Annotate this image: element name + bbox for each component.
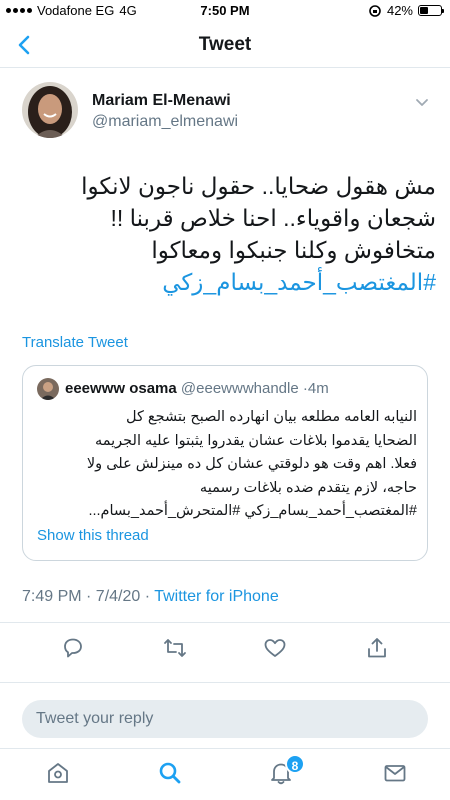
quoted-line: فعلا. اهم وقت هو دلوقتي عشان كل ده مينزل… <box>86 456 417 472</box>
divider <box>0 622 450 623</box>
retweet-button[interactable] <box>162 635 188 661</box>
battery-icon <box>418 5 444 16</box>
rotation-lock-icon <box>369 4 381 17</box>
share-button[interactable] <box>364 635 390 661</box>
chevron-down-icon <box>416 99 428 106</box>
author-handle[interactable]: @mariam_elmenawi <box>92 113 238 131</box>
like-icon <box>264 639 286 657</box>
quoted-tweet[interactable]: eeewww osama @eeewwwhandle ·4m النيابه ا… <box>22 365 428 561</box>
hashtag-link[interactable]: #المغتصب_أحمد_بسام_زكي <box>18 266 436 298</box>
reply-button[interactable] <box>60 635 86 661</box>
chevron-left-icon <box>18 35 30 55</box>
reply-input[interactable] <box>22 700 428 738</box>
quoted-header: eeewww osama @eeewwwhandle ·4m <box>65 380 329 397</box>
quoted-time: ·4m <box>302 380 329 397</box>
quoted-avatar <box>37 378 59 400</box>
tweet-timestamp: 7:49 PM · 7/4/20 · <box>22 588 155 605</box>
author-name[interactable]: Mariam El-Menawi <box>92 92 231 110</box>
translate-tweet-link[interactable]: Translate Tweet <box>22 334 128 351</box>
search-icon <box>159 762 181 784</box>
divider <box>0 748 450 749</box>
avatar[interactable] <box>22 82 78 138</box>
share-icon <box>368 638 386 658</box>
tweet-line: شجعان واقوياء.. احنا خلاص قربنا !! <box>110 205 436 231</box>
home-icon <box>48 763 68 783</box>
nav-search[interactable] <box>157 760 183 786</box>
quoted-line: الضحايا يقدموا بلاغات عشان يقدروا يثبتوا… <box>94 432 417 449</box>
nav-messages[interactable] <box>382 760 408 786</box>
battery-percent: 42% <box>386 3 413 18</box>
tweet-line: مش هقول ضحايا.. حقول ناجون لانكوا <box>81 173 436 199</box>
battery-fill <box>420 7 429 14</box>
tweet-text: مش هقول ضحايا.. حقول ناجون لانكوا شجعان … <box>18 170 436 298</box>
like-button[interactable] <box>262 635 288 661</box>
retweet-icon <box>164 639 186 657</box>
back-button[interactable] <box>12 32 38 58</box>
reply-icon <box>64 638 82 658</box>
quoted-author-handle: @eeewwwhandle <box>180 380 299 397</box>
messages-icon <box>384 765 406 782</box>
quoted-line: #المغتصب_أحمد_بسام_زكي #المتحرش_أحمد_بسا… <box>88 503 417 519</box>
avatar-image <box>22 82 78 138</box>
tweet-source-link[interactable]: Twitter for iPhone <box>154 588 279 605</box>
page-title: Tweet <box>198 34 252 55</box>
tweet-line: متخافوش وكلنا جنبكوا ومعاكوا <box>151 237 436 263</box>
quoted-author-name: eeewww osama <box>65 380 177 397</box>
tweet-meta: 7:49 PM · 7/4/20 · Twitter for iPhone <box>22 588 279 606</box>
tweet-options-button[interactable] <box>414 94 430 110</box>
quoted-line: النيابه العامه مطلعه بيان انهارده الصبح … <box>125 409 417 425</box>
show-thread-link[interactable]: Show this thread <box>37 527 149 544</box>
quoted-line: حاجه، لازم يتقدم ضده بلاغات رسميه <box>199 479 417 496</box>
notifications-badge: 8 <box>285 754 305 774</box>
quoted-text: النيابه العامه مطلعه بيان انهارده الصبح … <box>35 406 417 524</box>
divider <box>0 682 450 683</box>
header: Tweet <box>0 22 450 68</box>
nav-home[interactable] <box>45 760 71 786</box>
quoted-avatar-image <box>37 378 59 400</box>
status-right: 42% <box>368 3 444 18</box>
status-bar: Vodafone EG 4G 7:50 PM 42% <box>0 0 450 22</box>
